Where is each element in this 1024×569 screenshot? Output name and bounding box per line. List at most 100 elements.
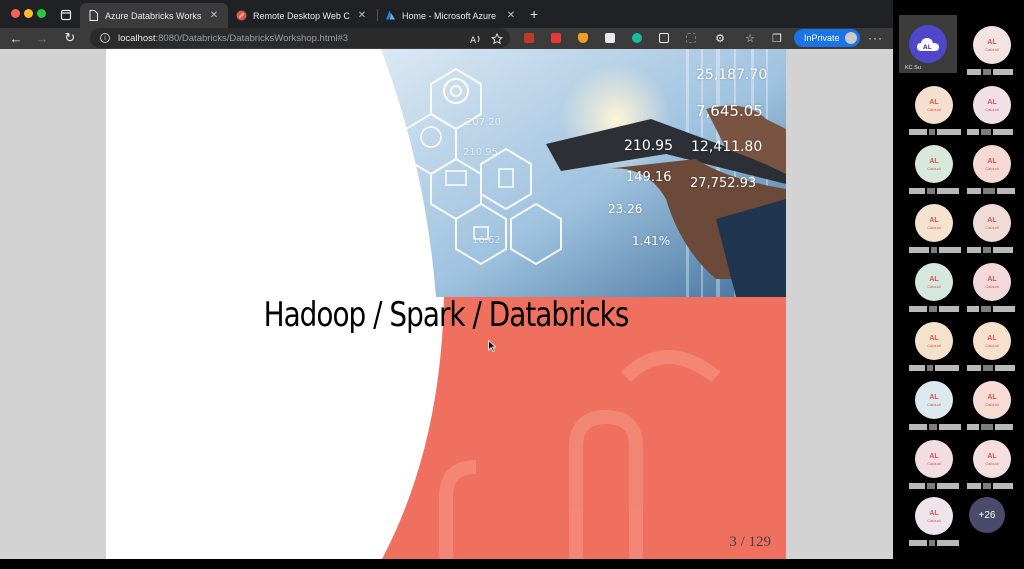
new-tab-button[interactable]: +: [530, 7, 538, 21]
participant-tile[interactable]: AL Caloudi: [901, 434, 959, 492]
participant-tile[interactable]: AL Caloudi: [901, 80, 961, 138]
close-icon[interactable]: ✕: [505, 10, 517, 21]
inprivate-button[interactable]: InPrivate: [794, 29, 860, 47]
extension-icon[interactable]: [605, 33, 615, 43]
close-icon[interactable]: ✕: [356, 10, 368, 21]
participant-name-redacted: [967, 247, 1013, 253]
azure-icon: [385, 10, 396, 21]
slide-hero-image: [106, 49, 786, 297]
close-icon[interactable]: ✕: [208, 10, 220, 21]
participant-name-redacted: [967, 365, 1015, 371]
extension-icon[interactable]: [551, 33, 561, 43]
puzzle-icon[interactable]: ⚙: [713, 31, 727, 45]
tab-label: Azure Databricks Workshop: [105, 10, 202, 21]
participant-tile[interactable]: AL Caloudi: [959, 198, 1015, 256]
close-window-button[interactable]: [11, 9, 20, 18]
participant-tile[interactable]: AL Caloudi: [901, 316, 959, 374]
presentation-slide[interactable]: 25,187.70 7,645.05 12,411.80 210.95 149.…: [106, 49, 786, 559]
participant-name-redacted: [967, 188, 1015, 194]
participant-avatar: AL Caloudi: [915, 497, 953, 535]
participant-avatar: AL Caloudi: [915, 86, 953, 124]
participant-avatar: AL Caloudi: [973, 145, 1011, 183]
minimize-window-button[interactable]: [24, 9, 33, 18]
participant-name-redacted: [909, 306, 959, 312]
participant-avatar: AL Caloudi: [915, 322, 953, 360]
participant-name-redacted: [909, 188, 959, 194]
remote-desktop-icon: [236, 10, 247, 21]
browser-window: Azure Databricks Workshop ✕ Remote Deskt…: [0, 0, 893, 559]
maximize-window-button[interactable]: [37, 9, 46, 18]
photo-number: 16.62: [472, 235, 501, 246]
participant-name-redacted: [909, 247, 961, 253]
refresh-icon[interactable]: ↻: [62, 30, 78, 46]
more-participants-button[interactable]: +26: [969, 497, 1005, 533]
participant-tile[interactable]: AL Caloudi: [959, 316, 1015, 374]
participant-avatar: AL Caloudi: [973, 26, 1011, 64]
participant-tile[interactable]: AL Caloudi: [901, 257, 959, 315]
browser-toolbar: ← → ↻ i localhost:8080/Databricks/Databr…: [0, 28, 893, 49]
participant-tile[interactable]: AL Caloudi: [959, 375, 1015, 433]
shield-extension-icon[interactable]: [578, 33, 588, 43]
participant-tile[interactable]: AL Caloudi: [959, 20, 1015, 78]
participant-tile[interactable]: AL Caloudi: [959, 139, 1015, 197]
slide-title: Hadoop / Spark / Databricks: [263, 295, 630, 335]
photo-number: 1.41%: [632, 234, 671, 248]
extension-icon[interactable]: [686, 33, 696, 43]
photo-number: 149.16: [626, 170, 672, 185]
extension-icon[interactable]: [659, 33, 669, 43]
inprivate-label: InPrivate: [804, 33, 840, 43]
participant-avatar: AL Caloudi: [973, 263, 1011, 301]
add-favorite-icon[interactable]: [491, 32, 503, 45]
participant-tile[interactable]: AL Caloudi: [901, 139, 959, 197]
info-icon[interactable]: i: [100, 33, 110, 43]
tab-actions-icon[interactable]: [60, 8, 72, 21]
participant-name-redacted: [909, 540, 959, 546]
participant-tile[interactable]: AL Caloudi: [959, 80, 1015, 138]
participant-tile[interactable]: AL Caloudi: [901, 375, 961, 433]
photo-number: 27,752.93: [690, 176, 757, 191]
participant-avatar: AL Caloudi: [973, 322, 1011, 360]
participant-avatar: AL Caloudi: [973, 381, 1011, 419]
participant-name-redacted: [967, 69, 1013, 75]
read-aloud-icon[interactable]: A: [470, 32, 482, 46]
tab-remote-desktop[interactable]: Remote Desktop Web Client ✕: [228, 3, 376, 28]
participant-name-redacted: [967, 129, 1013, 135]
favorites-icon[interactable]: ☆: [743, 31, 757, 45]
tab-label: Remote Desktop Web Client: [253, 10, 350, 21]
host-participant-tile[interactable]: AL KC Su: [899, 15, 957, 73]
page-icon: [88, 10, 99, 21]
photo-number: 210.95: [624, 138, 673, 154]
mouse-cursor-icon: [488, 340, 496, 352]
host-name: KC Su: [905, 65, 921, 71]
participant-tile[interactable]: AL Caloudi: [959, 257, 1015, 315]
tab-label: Home - Microsoft Azure: [402, 10, 497, 21]
photo-number: 7,645.05: [696, 102, 763, 120]
photo-number: 12,411.80: [691, 139, 763, 155]
address-bar[interactable]: i localhost:8080/Databricks/DatabricksWo…: [90, 28, 510, 48]
svg-text:A: A: [470, 36, 477, 45]
extension-icon[interactable]: [632, 33, 642, 43]
slide-counter: 3 / 129: [729, 534, 771, 550]
back-arrow-icon[interactable]: ←: [8, 30, 24, 46]
participant-tile[interactable]: AL Caloudi: [959, 434, 1015, 492]
photo-number: 207.20: [466, 117, 501, 128]
participant-avatar: AL Caloudi: [915, 381, 953, 419]
tab-microsoft-azure[interactable]: Home - Microsoft Azure ✕: [377, 3, 525, 28]
participant-name-redacted: [909, 365, 959, 371]
forward-arrow-icon[interactable]: →: [34, 30, 50, 46]
tab-databricks-workshop[interactable]: Azure Databricks Workshop ✕: [80, 3, 228, 28]
participant-avatar: AL Caloudi: [973, 440, 1011, 478]
participant-avatar: AL Caloudi: [973, 204, 1011, 242]
participant-avatar: AL Caloudi: [973, 86, 1011, 124]
url-text: localhost:8080/Databricks/DatabricksWork…: [118, 32, 349, 44]
more-menu-icon[interactable]: ···: [868, 31, 883, 45]
participant-tile[interactable]: AL Caloudi: [901, 198, 961, 256]
collections-icon[interactable]: ❐: [770, 31, 784, 45]
ublock-extension-icon[interactable]: [524, 33, 534, 43]
participant-name-redacted: [909, 129, 961, 135]
participant-tile[interactable]: AL Caloudi: [901, 491, 959, 549]
participant-avatar: AL Caloudi: [915, 440, 953, 478]
photo-number: 25,187.70: [696, 67, 768, 83]
photo-number: 210.95: [463, 147, 498, 158]
host-avatar: AL: [909, 25, 947, 63]
